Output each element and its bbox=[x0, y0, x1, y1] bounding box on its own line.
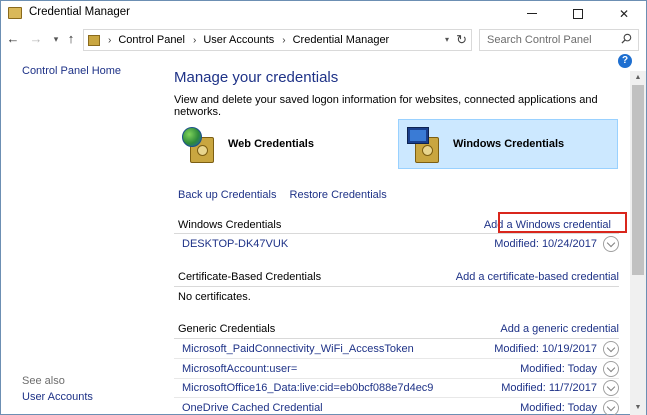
credential-modified: Modified: Today bbox=[520, 363, 597, 375]
breadcrumb-control-panel[interactable]: Control Panel bbox=[118, 34, 185, 46]
section-title: Windows Credentials bbox=[178, 219, 282, 231]
control-panel-home-link[interactable]: Control Panel Home bbox=[22, 65, 121, 77]
credential-modified: Modified: Today bbox=[520, 402, 597, 414]
search-input[interactable]: Search Control Panel bbox=[479, 29, 639, 51]
web-credentials-vault-icon bbox=[180, 123, 222, 165]
breadcrumb-separator-icon[interactable]: › bbox=[108, 35, 111, 46]
breadcrumb-separator-icon[interactable]: › bbox=[282, 35, 285, 46]
expand-chevron-icon[interactable] bbox=[603, 361, 619, 377]
web-credentials-label: Web Credentials bbox=[228, 138, 314, 150]
row-divider bbox=[174, 358, 619, 359]
control-panel-folder-icon bbox=[88, 34, 100, 46]
back-up-credentials-link[interactable]: Back up Credentials bbox=[178, 189, 276, 201]
credential-modified: Modified: 10/19/2017 bbox=[494, 343, 597, 355]
scroll-up-arrow-icon[interactable]: ▲ bbox=[630, 71, 646, 85]
windows-credentials-tile[interactable]: Windows Credentials bbox=[398, 119, 618, 169]
credential-manager-window: Credential Manager ✕ ← → ▾ ↑ › Control P… bbox=[0, 0, 647, 415]
credential-row[interactable]: MicrosoftAccount:user= Modified: Today bbox=[182, 361, 619, 379]
back-arrow-icon[interactable]: ← bbox=[5, 31, 21, 46]
add-generic-credential-link[interactable]: Add a generic credential bbox=[500, 323, 619, 335]
restore-credentials-link[interactable]: Restore Credentials bbox=[290, 189, 387, 201]
vertical-scrollbar[interactable]: ▲ ▼ bbox=[630, 71, 646, 415]
address-bar[interactable]: › Control Panel › User Accounts › Creden… bbox=[83, 29, 472, 51]
expand-chevron-icon[interactable] bbox=[603, 400, 619, 415]
credential-modified: Modified: 10/24/2017 bbox=[494, 238, 597, 250]
credential-name[interactable]: DESKTOP-DK47VUK bbox=[182, 238, 288, 250]
expand-chevron-icon[interactable] bbox=[603, 380, 619, 396]
credential-manager-app-icon bbox=[8, 7, 22, 19]
credential-row[interactable]: Microsoft_PaidConnectivity_WiFi_AccessTo… bbox=[182, 341, 619, 359]
page-description: View and delete your saved logon informa… bbox=[174, 94, 598, 118]
see-also-label: See also bbox=[22, 375, 65, 387]
credential-row[interactable]: OneDrive Cached Credential Modified: Tod… bbox=[182, 400, 619, 415]
row-divider bbox=[174, 378, 619, 379]
generic-credentials-section-header: Generic Credentials Add a generic creden… bbox=[178, 323, 619, 335]
expand-chevron-icon[interactable] bbox=[603, 236, 619, 252]
credential-row[interactable]: MicrosoftOffice16_Data:live:cid=eb0bcf08… bbox=[182, 380, 619, 398]
certificate-credentials-section-header: Certificate-Based Credentials Add a cert… bbox=[178, 271, 619, 283]
section-title: Generic Credentials bbox=[178, 323, 276, 335]
breadcrumb-separator-icon[interactable]: › bbox=[193, 35, 196, 46]
forward-arrow-icon[interactable]: → bbox=[28, 31, 44, 46]
page-title: Manage your credentials bbox=[174, 69, 339, 86]
maximize-button[interactable] bbox=[555, 1, 601, 26]
web-credentials-tile[interactable]: Web Credentials bbox=[174, 119, 374, 169]
close-button[interactable]: ✕ bbox=[601, 1, 647, 26]
credential-name[interactable]: OneDrive Cached Credential bbox=[182, 402, 323, 414]
breadcrumb-credential-manager[interactable]: Credential Manager bbox=[293, 34, 390, 46]
backup-restore-links: Back up Credentials Restore Credentials bbox=[178, 189, 397, 201]
credential-name[interactable]: Microsoft_PaidConnectivity_WiFi_AccessTo… bbox=[182, 343, 414, 355]
credential-name[interactable]: MicrosoftOffice16_Data:live:cid=eb0bcf08… bbox=[182, 382, 433, 394]
section-title: Certificate-Based Credentials bbox=[178, 271, 322, 283]
credential-name[interactable]: MicrosoftAccount:user= bbox=[182, 363, 297, 375]
user-accounts-link[interactable]: User Accounts bbox=[22, 391, 93, 403]
windows-credentials-label: Windows Credentials bbox=[453, 138, 565, 150]
search-icon[interactable] bbox=[621, 33, 632, 44]
highlight-box bbox=[498, 212, 627, 233]
credential-row[interactable]: DESKTOP-DK47VUK Modified: 10/24/2017 bbox=[182, 236, 619, 254]
add-certificate-credential-link[interactable]: Add a certificate-based credential bbox=[456, 271, 619, 283]
no-certificates-row: No certificates. bbox=[178, 291, 615, 307]
search-placeholder: Search Control Panel bbox=[487, 34, 592, 46]
recent-locations-chevron-icon[interactable]: ▾ bbox=[48, 34, 64, 45]
refresh-icon[interactable]: ↻ bbox=[456, 32, 467, 48]
credential-modified: Modified: 11/7/2017 bbox=[501, 382, 597, 394]
title-bar: Credential Manager ✕ bbox=[1, 1, 646, 26]
expand-chevron-icon[interactable] bbox=[603, 341, 619, 357]
help-icon[interactable]: ? bbox=[618, 54, 632, 68]
scroll-down-arrow-icon[interactable]: ▼ bbox=[630, 401, 646, 415]
row-divider bbox=[174, 397, 619, 398]
section-divider bbox=[174, 233, 619, 234]
window-title: Credential Manager bbox=[29, 6, 131, 18]
address-dropdown-chevron-icon[interactable]: ▾ bbox=[445, 35, 449, 44]
up-arrow-icon[interactable]: ↑ bbox=[63, 31, 79, 46]
left-pane: Control Panel Home See also User Account… bbox=[1, 53, 161, 415]
navigation-bar: ← → ▾ ↑ › Control Panel › User Accounts … bbox=[1, 28, 646, 52]
windows-credentials-vault-icon bbox=[405, 123, 447, 165]
no-certificates-text: No certificates. bbox=[178, 291, 251, 303]
scrollbar-thumb[interactable] bbox=[632, 85, 644, 275]
section-divider bbox=[174, 286, 619, 287]
breadcrumb-user-accounts[interactable]: User Accounts bbox=[203, 34, 274, 46]
section-divider bbox=[174, 338, 619, 339]
minimize-button[interactable] bbox=[509, 1, 555, 26]
